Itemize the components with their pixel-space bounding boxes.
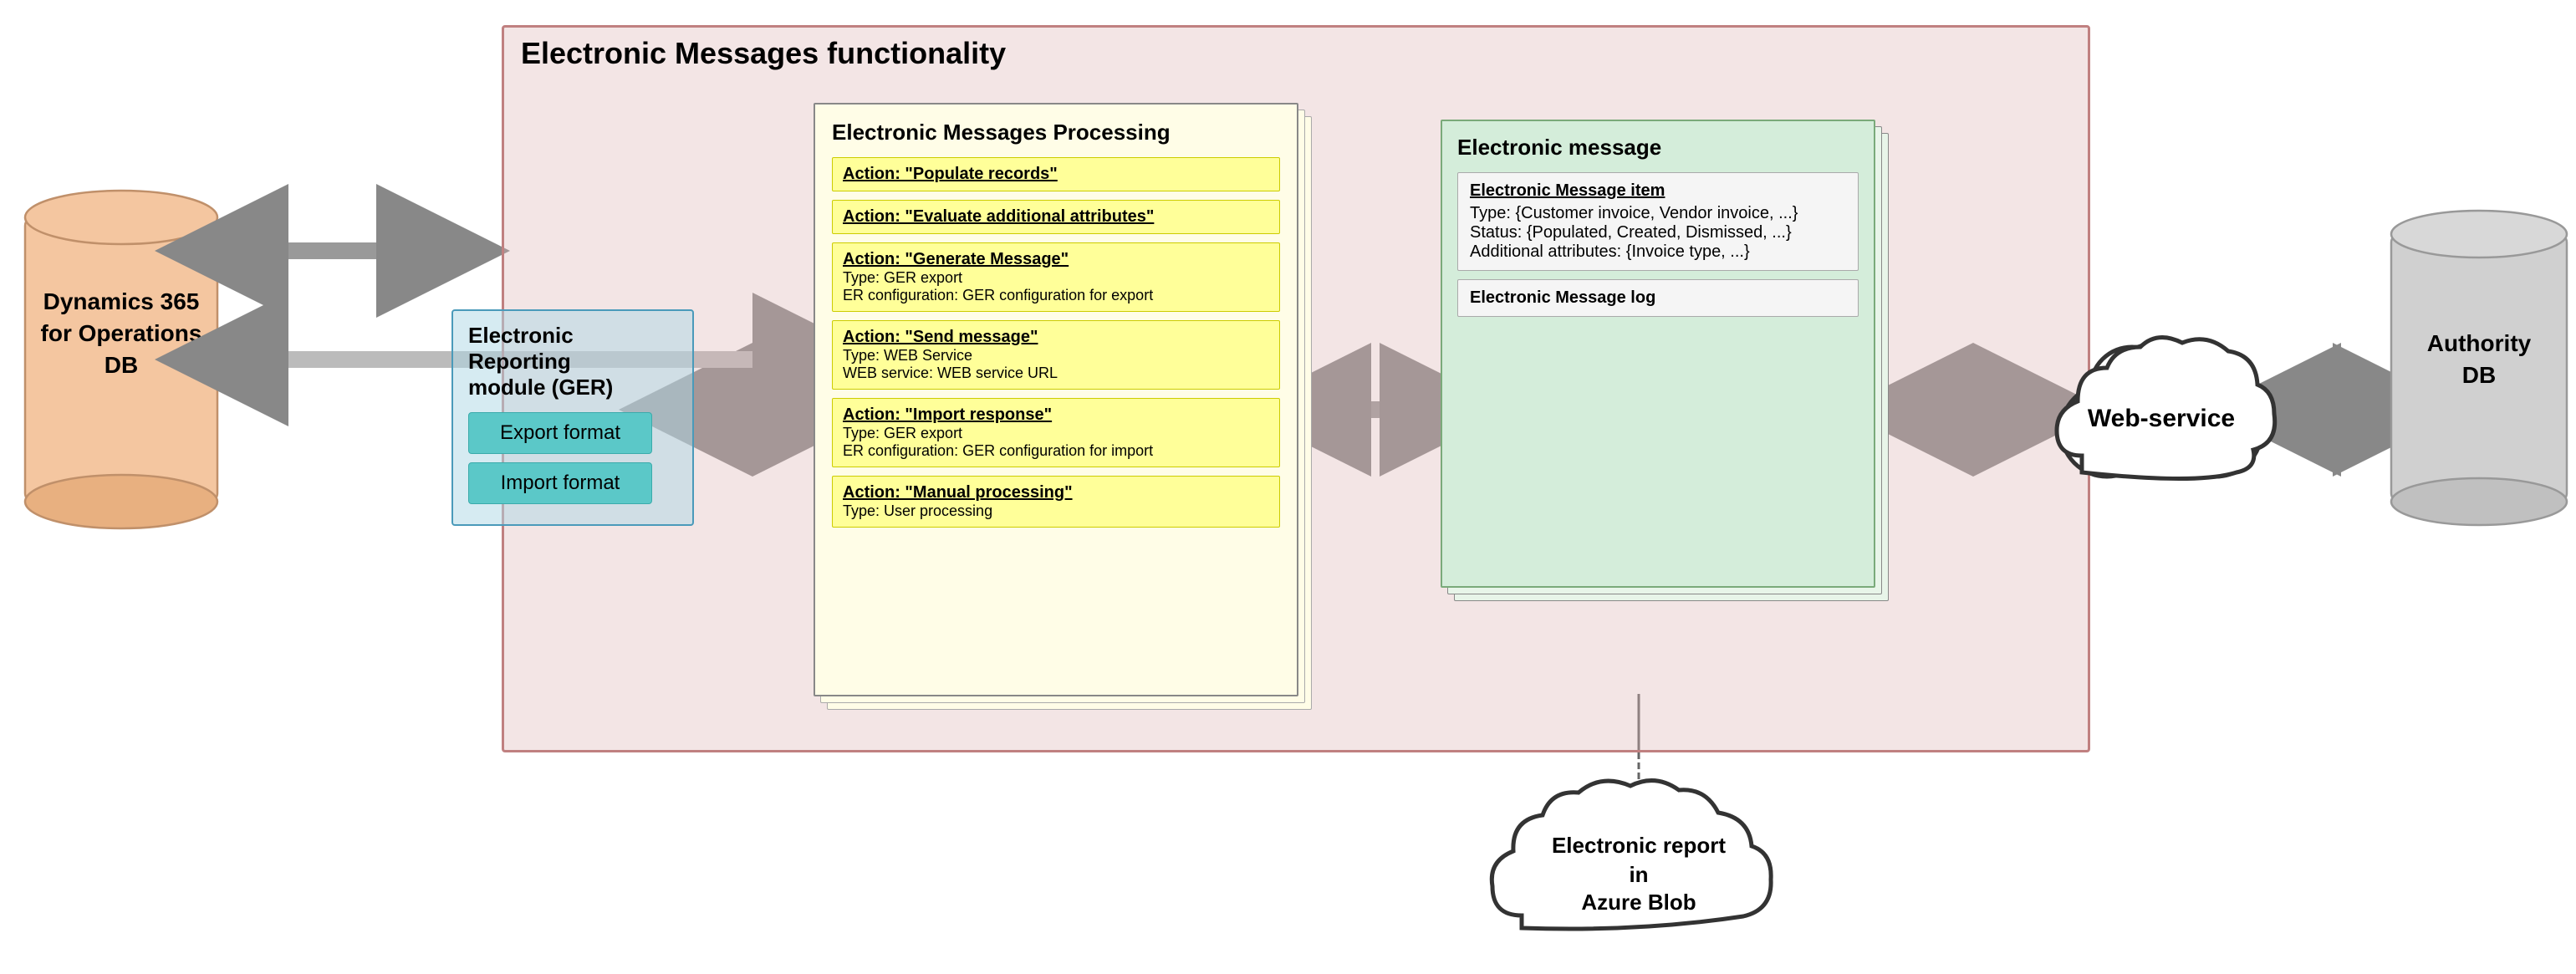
svg-text:in: in — [1629, 862, 1648, 887]
action-item-3: Action: "Generate Message" Type: GER exp… — [832, 242, 1280, 312]
action-item-1: Action: "Populate records" — [832, 157, 1280, 191]
em-item-status: Status: {Populated, Created, Dismissed, … — [1470, 223, 1846, 242]
diagram-container: Dynamics 365 for Operations DB — [0, 0, 2576, 971]
svg-text:DB: DB — [2462, 362, 2496, 388]
em-item-box: Electronic Message item Type: {Customer … — [1457, 172, 1859, 271]
em-paper-front: Electronic message Electronic Message it… — [1441, 120, 1875, 588]
em-outer: Electronic message Electronic Message it… — [1441, 120, 1875, 588]
svg-text:Web-service: Web-service — [2088, 405, 2235, 432]
svg-text:Azure Blob: Azure Blob — [1581, 890, 1696, 915]
action-2-label: Action: "Evaluate additional attributes" — [843, 207, 1269, 227]
action-3-label: Action: "Generate Message" — [843, 250, 1269, 269]
er-module-box: Electronic Reportingmodule (GER) Export … — [451, 309, 694, 526]
svg-text:Dynamics 365: Dynamics 365 — [43, 288, 200, 314]
action-5-label: Action: "Import response" — [843, 405, 1269, 425]
paper-front: Electronic Messages Processing Action: "… — [814, 103, 1298, 696]
svg-text:for Operations: for Operations — [41, 320, 202, 346]
action-5-sub2: ER configuration: GER configuration for … — [843, 442, 1269, 460]
main-functionality-box: Electronic Messages functionality Electr… — [502, 25, 2090, 752]
action-item-4: Action: "Send message" Type: WEB Service… — [832, 320, 1280, 390]
em-log-label: Electronic Message log — [1470, 288, 1846, 308]
authority-db-cylinder: Authority DB — [2391, 211, 2567, 525]
dynamics-db-cylinder: Dynamics 365 for Operations DB — [25, 191, 217, 528]
action-4-sub2: WEB service: WEB service URL — [843, 365, 1269, 382]
main-title: Electronic Messages functionality — [504, 28, 2088, 79]
web-service-cloud: Web-service — [2032, 301, 2291, 535]
action-3-sub2: ER configuration: GER configuration for … — [843, 287, 1269, 304]
export-format-button[interactable]: Export format — [468, 412, 652, 454]
action-item-2: Action: "Evaluate additional attributes" — [832, 200, 1280, 234]
em-item-title: Electronic Message item — [1470, 181, 1846, 201]
svg-text:DB: DB — [105, 352, 138, 378]
action-6-sub1: Type: User processing — [843, 502, 1269, 520]
action-item-6: Action: "Manual processing" Type: User p… — [832, 476, 1280, 528]
action-1-label: Action: "Populate records" — [843, 165, 1269, 184]
action-4-sub1: Type: WEB Service — [843, 347, 1269, 365]
action-3-sub1: Type: GER export — [843, 269, 1269, 287]
processing-title: Electronic Messages Processing — [832, 120, 1280, 145]
action-6-label: Action: "Manual processing" — [843, 483, 1269, 502]
er-module-title: Electronic Reportingmodule (GER) — [468, 323, 677, 400]
svg-text:Electronic report: Electronic report — [1552, 833, 1726, 858]
em-log-box: Electronic Message log — [1457, 279, 1859, 317]
import-format-button[interactable]: Import format — [468, 462, 652, 504]
processing-outer: Electronic Messages Processing Action: "… — [814, 103, 1298, 696]
svg-text:Authority: Authority — [2427, 330, 2532, 356]
azure-blob-cloud: Electronic report in Azure Blob — [1472, 752, 1806, 970]
action-item-5: Action: "Import response" Type: GER expo… — [832, 398, 1280, 467]
action-4-label: Action: "Send message" — [843, 328, 1269, 347]
action-5-sub1: Type: GER export — [843, 425, 1269, 442]
em-item-type: Type: {Customer invoice, Vendor invoice,… — [1470, 204, 1846, 223]
em-title: Electronic message — [1457, 135, 1859, 161]
em-item-additional: Additional attributes: {Invoice type, ..… — [1470, 242, 1846, 262]
